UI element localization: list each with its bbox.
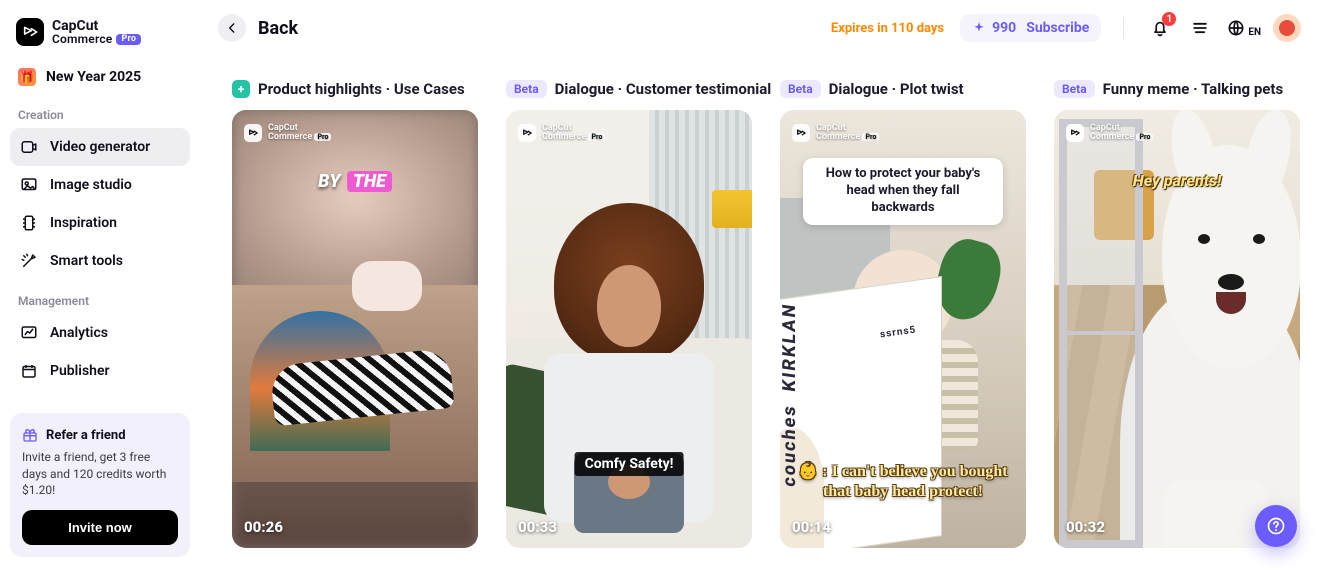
beta-badge: Beta: [780, 80, 821, 98]
back-button[interactable]: [218, 14, 246, 42]
avatar[interactable]: [1273, 14, 1301, 42]
beta-badge: Beta: [1054, 80, 1095, 98]
nav-image-studio[interactable]: Image studio: [10, 166, 190, 204]
section-management-title: Management: [10, 280, 190, 314]
avatar-icon: [1279, 20, 1295, 36]
expires-text[interactable]: Expires in 110 days: [831, 21, 944, 36]
card-title: Dialogue · Plot twist: [829, 80, 964, 98]
pro-badge: Pro: [116, 34, 141, 45]
watermark-logo-icon: [792, 124, 810, 142]
help-fab[interactable]: [1255, 505, 1297, 547]
card-head: + Product highlights · Use Cases: [232, 78, 478, 100]
topbar: Back Expires in 110 days 990 Subscribe 1: [200, 0, 1319, 56]
watermark: CapCut Commerce Pro: [244, 124, 331, 142]
video-caption: Hey parents!: [1133, 171, 1221, 190]
card-funny-meme: Beta Funny meme · Talking pets: [1054, 78, 1300, 548]
nav-inspiration[interactable]: Inspiration: [10, 204, 190, 242]
gift-box-icon: 🎁: [18, 68, 36, 86]
video-thumbnail[interactable]: CapCut Commerce Pro Comfy Safety! 00:33: [506, 110, 752, 548]
card-dialogue-testimonial: Beta Dialogue · Customer testimonial Cap…: [506, 78, 752, 548]
video-generator-icon: [20, 138, 38, 156]
video-thumbnail[interactable]: CapCut Commerce Pro Hey parents! 00:32: [1054, 110, 1300, 548]
brand-text: CapCut Commerce Pro: [52, 19, 141, 45]
back-label[interactable]: Back: [258, 18, 298, 39]
nav-label: Smart tools: [50, 253, 123, 269]
watermark-logo-icon: [518, 124, 536, 142]
referral-card: Refer a friend Invite a friend, get 3 fr…: [10, 413, 190, 557]
inspiration-icon: [20, 214, 38, 232]
library-button[interactable]: [1186, 14, 1214, 42]
referral-body: Invite a friend, get 3 free days and 120…: [22, 449, 178, 498]
stack-icon: [1190, 18, 1210, 38]
watermark: CapCut Commerce Pro: [518, 124, 605, 142]
analytics-icon: [20, 324, 38, 342]
nav-label: Image studio: [50, 177, 132, 193]
section-creation-title: Creation: [10, 94, 190, 128]
video-caption: BY THE: [318, 171, 392, 192]
video-duration: 00:33: [518, 518, 557, 536]
credits-value: 990: [992, 20, 1016, 36]
nav-analytics[interactable]: Analytics: [10, 314, 190, 352]
promo-new-year[interactable]: 🎁 New Year 2025: [10, 60, 190, 94]
language-switch[interactable]: EN: [1226, 18, 1261, 38]
card-product-highlights: + Product highlights · Use Cases CapCut …: [232, 78, 478, 548]
credits[interactable]: 990: [972, 20, 1016, 36]
beta-badge: Beta: [506, 80, 547, 98]
tip-caption: How to protect your baby's head when the…: [803, 158, 1003, 225]
gift-icon: [22, 427, 38, 443]
card-dialogue-plot-twist: Beta Dialogue · Plot twist ssrns5 diaper…: [780, 78, 1026, 548]
promo-label: New Year 2025: [46, 69, 141, 85]
watermark: CapCut Commerce Pro: [792, 124, 879, 142]
video-duration: 00:32: [1066, 518, 1105, 536]
invite-button[interactable]: Invite now: [22, 510, 178, 545]
watermark: CapCut Commerce Pro: [1066, 124, 1153, 142]
cards-row: + Product highlights · Use Cases CapCut …: [200, 56, 1319, 548]
main: Back Expires in 110 days 990 Subscribe 1: [200, 0, 1319, 569]
nav-label: Publisher: [50, 363, 110, 379]
card-title: Dialogue · Customer testimonial: [555, 80, 772, 98]
subscribe-link[interactable]: Subscribe: [1026, 20, 1089, 36]
video-duration: 00:14: [792, 518, 831, 536]
notification-badge: 1: [1162, 12, 1176, 26]
sparkle-icon: [972, 21, 986, 35]
language-code: EN: [1248, 27, 1261, 38]
nav-label: Video generator: [50, 139, 150, 155]
card-title: Product highlights · Use Cases: [258, 80, 465, 98]
card-title: Funny meme · Talking pets: [1103, 80, 1284, 98]
brand-name: CapCut: [52, 19, 141, 33]
nav-label: Analytics: [50, 325, 108, 341]
smart-tools-icon: [20, 252, 38, 270]
video-caption: 👶: I can't believe you bought that baby …: [793, 462, 1013, 502]
publisher-icon: [20, 362, 38, 380]
credits-subscribe: 990 Subscribe: [960, 14, 1101, 42]
sidebar: CapCut Commerce Pro 🎁 New Year 2025 Crea…: [0, 0, 200, 569]
new-badge: +: [232, 80, 250, 98]
globe-icon: [1226, 18, 1246, 38]
video-caption: Comfy Safety!: [575, 452, 684, 476]
video-thumbnail[interactable]: ssrns5 diapers | couches KIRKLAN CapCut …: [780, 110, 1026, 548]
brand-subname: Commerce: [52, 33, 112, 45]
notifications-button[interactable]: 1: [1146, 14, 1174, 42]
nav-smart-tools[interactable]: Smart tools: [10, 242, 190, 280]
video-duration: 00:26: [244, 518, 283, 536]
card-head: Beta Dialogue · Plot twist: [780, 78, 1026, 100]
watermark-logo-icon: [244, 124, 262, 142]
referral-title: Refer a friend: [46, 428, 126, 443]
emoji-icon: 👶: [798, 462, 818, 482]
chevron-left-icon: [225, 21, 239, 35]
card-head: Beta Dialogue · Customer testimonial: [506, 78, 752, 100]
logo-mark-icon: [16, 18, 44, 46]
nav-label: Inspiration: [50, 215, 117, 231]
nav-video-generator[interactable]: Video generator: [10, 128, 190, 166]
card-head: Beta Funny meme · Talking pets: [1054, 78, 1300, 100]
box-brand-text: diapers | couches KIRKLAN: [780, 256, 800, 488]
nav-publisher[interactable]: Publisher: [10, 352, 190, 390]
divider: [1123, 17, 1124, 39]
brand-logo[interactable]: CapCut Commerce Pro: [10, 14, 190, 60]
watermark-logo-icon: [1066, 124, 1084, 142]
image-studio-icon: [20, 176, 38, 194]
video-thumbnail[interactable]: CapCut Commerce Pro BY THE 00:26: [232, 110, 478, 548]
help-icon: [1266, 516, 1286, 536]
